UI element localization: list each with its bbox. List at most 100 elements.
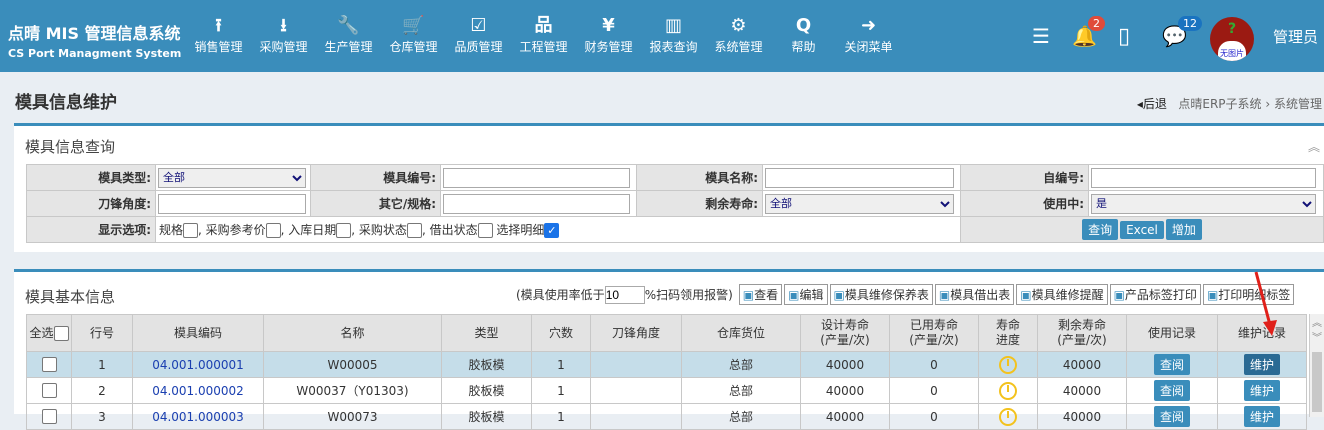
- wrench-icon: 🔧: [337, 15, 360, 36]
- toolbar-button[interactable]: ▣模具维修保养表: [829, 284, 933, 305]
- maintain-button[interactable]: 维护: [1243, 380, 1280, 401]
- mold-name: W00037（Y01303): [263, 377, 442, 404]
- inuse-select[interactable]: 是: [1091, 193, 1316, 214]
- mold-name: W00073: [263, 403, 442, 430]
- view-records-button[interactable]: 查阅: [1153, 354, 1190, 375]
- angle-input[interactable]: [158, 193, 306, 214]
- cart-icon: 🛒: [402, 15, 425, 36]
- devices-icon[interactable]: ▯: [1118, 0, 1130, 72]
- sitemap-icon: 品: [534, 15, 553, 36]
- nav-item[interactable]: 🔧 生产管理: [316, 14, 381, 55]
- column-header: 剩余寿命 (产量/次): [1037, 314, 1127, 352]
- breadcrumb-item[interactable]: 系统管理: [1274, 97, 1322, 111]
- option-checkbox[interactable]: [336, 223, 352, 238]
- used-life: 0: [889, 351, 979, 378]
- option-checkbox[interactable]: [477, 223, 493, 238]
- row-checkbox[interactable]: [41, 383, 57, 398]
- name-input[interactable]: [765, 167, 955, 188]
- life-progress-icon: [999, 407, 1017, 426]
- mold-name: W00005: [263, 351, 442, 378]
- search-button[interactable]: 查询: [1082, 219, 1119, 240]
- nav-item[interactable]: Q 帮助: [771, 14, 836, 55]
- type-select[interactable]: 全部: [158, 167, 306, 188]
- cavity-count: 1: [531, 351, 591, 378]
- maintain-button[interactable]: 维护: [1243, 354, 1280, 375]
- nav-item[interactable]: ➜ 关闭菜单: [836, 14, 901, 55]
- label-type: 模具类型:: [26, 164, 156, 191]
- mold-code-link[interactable]: 04.001.000003: [132, 403, 264, 430]
- row-checkbox[interactable]: [41, 357, 57, 372]
- toolbar-button[interactable]: ▣打印明细标签: [1202, 284, 1295, 305]
- nav-item[interactable]: ⭱ 销售管理: [186, 14, 251, 55]
- location: 总部: [681, 403, 801, 430]
- mold-code-link[interactable]: 04.001.000002: [132, 377, 264, 404]
- toolbar-button[interactable]: ▣模具借出表: [934, 284, 1015, 305]
- back-label: 后退: [1142, 97, 1167, 111]
- view-records-button[interactable]: 查阅: [1153, 380, 1190, 401]
- nav-item[interactable]: ⚙ 系统管理: [706, 14, 771, 55]
- view-records-button[interactable]: 查阅: [1153, 406, 1190, 427]
- scrollbar[interactable]: ︽ ︾: [1309, 314, 1324, 417]
- nav-label: 工程管理: [519, 40, 568, 54]
- column-header: 名称: [263, 314, 442, 352]
- printer-icon: ▣: [1206, 288, 1219, 302]
- avatar[interactable]: ? 无图片: [1210, 17, 1254, 61]
- column-header: 模具编码: [132, 314, 264, 352]
- nav-label: 生产管理: [324, 40, 373, 54]
- scrollbar-thumb[interactable]: [1312, 352, 1322, 412]
- nav-item[interactable]: ▥ 报表查询: [641, 14, 706, 55]
- chat-icon[interactable]: 💬: [1162, 0, 1187, 72]
- option-checkbox[interactable]: [265, 223, 281, 238]
- back-link[interactable]: ◂后退: [1137, 97, 1167, 111]
- spec-input[interactable]: [443, 193, 631, 214]
- brand-subtitle: CS Port Managment System: [8, 47, 182, 60]
- table-row[interactable]: 3 04.001.000003 W00073 胶板模 1 总部 40000 0 …: [26, 403, 1307, 430]
- selfno-input[interactable]: [1091, 167, 1316, 188]
- design-life: 40000: [800, 351, 890, 378]
- toolbar-button[interactable]: ▣产品标签打印: [1109, 284, 1201, 305]
- nav-label: 销售管理: [194, 40, 243, 54]
- edit-icon: ▣: [788, 288, 800, 302]
- add-button[interactable]: 增加: [1165, 219, 1202, 240]
- nav-item[interactable]: ☑ 品质管理: [446, 14, 511, 55]
- username[interactable]: 管理员: [1273, 0, 1318, 72]
- brand-title: 点晴 MIS 管理信息系统: [8, 24, 181, 43]
- nav-item[interactable]: 品工程管理: [511, 14, 576, 55]
- nav-item[interactable]: 🛒 仓库管理: [381, 14, 446, 55]
- code-input[interactable]: [443, 167, 631, 188]
- column-header[interactable]: 全选: [26, 314, 72, 352]
- toolbar-label: 模具借出表: [950, 288, 1011, 302]
- top-navbar: 点晴 MIS 管理信息系统 CS Port Managment System ⭱…: [0, 0, 1324, 72]
- excel-button[interactable]: Excel: [1120, 221, 1164, 239]
- option-checkbox[interactable]: ✓: [544, 223, 560, 238]
- alarm-rate-input[interactable]: [604, 285, 645, 304]
- row-number: 1: [71, 351, 133, 378]
- select-all-checkbox[interactable]: [53, 325, 69, 341]
- toolbar-button[interactable]: ▣编辑: [784, 284, 828, 305]
- life-progress-icon: [999, 355, 1017, 374]
- life-select[interactable]: 全部: [765, 193, 955, 214]
- collapse-icon[interactable]: ︽: [1308, 138, 1320, 155]
- toolbar-button[interactable]: ▣查看: [738, 284, 783, 305]
- printer-icon: ▣: [1113, 288, 1125, 302]
- nav-label: 品质管理: [454, 40, 503, 54]
- toolbar-button[interactable]: ▣模具维修提醒: [1016, 284, 1108, 305]
- option-checkbox[interactable]: [183, 223, 199, 238]
- table-row[interactable]: 1 04.001.000001 W00005 胶板模 1 总部 40000 0 …: [26, 351, 1307, 378]
- bell-icon[interactable]: 🔔: [1072, 0, 1097, 72]
- maintain-button[interactable]: 维护: [1243, 406, 1280, 427]
- table-row[interactable]: 2 04.001.000002 W00037（Y01303) 胶板模 1 总部 …: [26, 377, 1307, 404]
- breadcrumb-item[interactable]: 点晴ERP子系统: [1178, 97, 1261, 111]
- option-checkbox[interactable]: [406, 223, 422, 238]
- settings-sliders-icon[interactable]: ☰: [1032, 0, 1050, 72]
- row-checkbox[interactable]: [41, 409, 57, 424]
- mold-code-link[interactable]: 04.001.000001: [132, 351, 264, 378]
- cavity-count: 1: [531, 403, 591, 430]
- label-options: 显示选项:: [26, 216, 156, 243]
- sign-out-icon: ➜: [860, 15, 877, 36]
- notifications-badge: 2: [1088, 16, 1105, 31]
- nav-item[interactable]: ¥ 财务管理: [576, 14, 641, 55]
- toolbar-label: 产品标签打印: [1124, 288, 1197, 302]
- nav-item[interactable]: ⭳ 采购管理: [251, 14, 316, 55]
- option-label: , 采购参考价: [198, 223, 266, 237]
